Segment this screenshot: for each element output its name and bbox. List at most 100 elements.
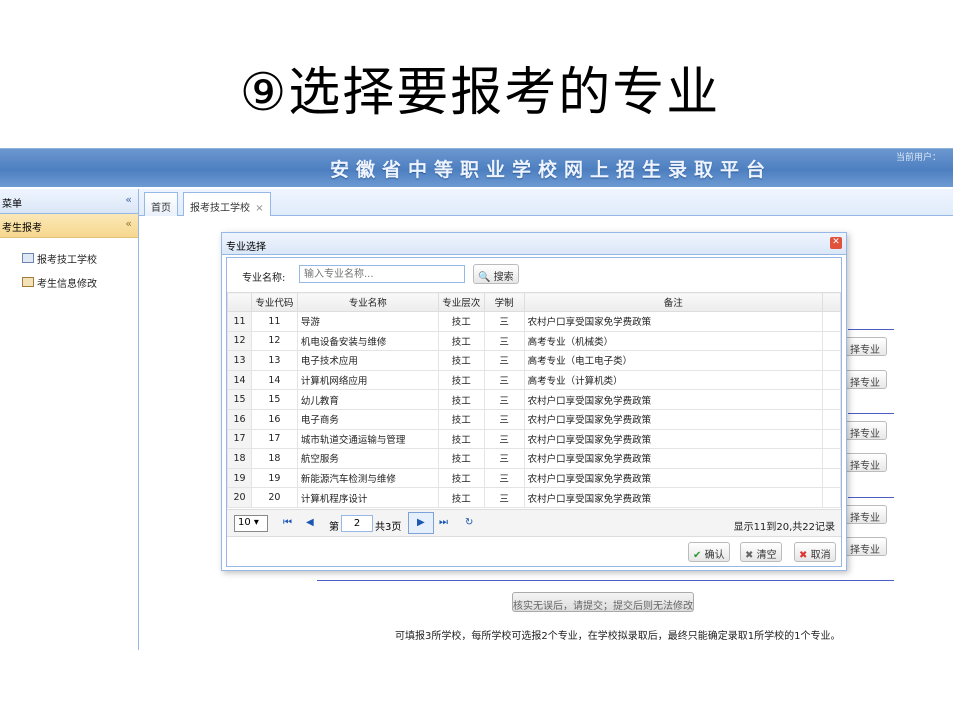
search-label: 专业名称: xyxy=(242,273,286,284)
cell-years: 三 xyxy=(483,389,525,410)
close-icon[interactable]: ✕ xyxy=(830,237,842,249)
clear-button[interactable]: ✖ 清空 xyxy=(740,542,782,562)
sidebar-item-edit-info[interactable]: 考生信息修改 xyxy=(0,272,138,292)
cell-note: 高考专业（电工电子类） xyxy=(523,350,823,371)
column-header[interactable]: 专业代码 xyxy=(250,292,298,312)
row-number: 12 xyxy=(227,330,252,352)
table-row[interactable]: 20 20 计算机程序设计 技工三农村户口享受国家免学费政策 xyxy=(227,487,842,508)
row-number: 14 xyxy=(227,369,252,391)
cell-code: 20 xyxy=(250,487,298,508)
table-row[interactable]: 12 12 机电设备安装与维修 技工三高考专业（机械类） xyxy=(227,330,842,352)
search-input[interactable] xyxy=(299,265,465,283)
cell-years: 三 xyxy=(483,311,525,332)
column-header[interactable]: 备注 xyxy=(523,292,823,312)
last-page-icon[interactable]: ⏭ xyxy=(439,517,448,528)
page-size-value: 10 xyxy=(238,517,251,528)
table-row[interactable]: 11 11 导游 技工三农村户口享受国家免学费政策 xyxy=(227,311,842,332)
first-page-icon[interactable]: ⏮ xyxy=(283,517,292,528)
sidebar-title: 菜单 xyxy=(2,199,22,210)
table-row[interactable]: 16 16 电子商务 技工三农村户口享受国家免学费政策 xyxy=(227,408,842,430)
column-header xyxy=(227,292,252,312)
search-button-label: 搜索 xyxy=(493,272,514,283)
page-size-select[interactable]: 10 ▾ xyxy=(234,515,268,532)
table-row[interactable]: 19 19 新能源汽车检测与维修 技工三农村户口享受国家免学费政策 xyxy=(227,467,842,489)
column-header[interactable]: 专业名称 xyxy=(296,292,439,312)
table-row[interactable]: 18 18 航空服务 技工三农村户口享受国家免学费政策 xyxy=(227,448,842,469)
cell-level: 技工 xyxy=(437,369,485,391)
cell-level: 技工 xyxy=(437,311,485,332)
banner: 安徽省中等职业学校网上招生录取平台 当前用户： xyxy=(0,149,953,187)
tab-bar: 首页 报考技工学校 × xyxy=(139,189,953,216)
select-major-button[interactable]: 择专业 xyxy=(843,370,887,389)
cell-note: 农村户口享受国家免学费政策 xyxy=(523,389,823,410)
cell-level: 技工 xyxy=(437,389,485,410)
prev-page-icon[interactable]: ◀ xyxy=(306,517,314,528)
check-icon: ✔ xyxy=(693,550,702,561)
cell-note: 高考专业（机械类） xyxy=(523,330,823,352)
collapse-icon[interactable]: « xyxy=(125,193,132,206)
cell-note: 农村户口享受国家免学费政策 xyxy=(523,408,823,430)
refresh-icon[interactable]: ↻ xyxy=(465,517,473,528)
page-prefix: 第 xyxy=(329,522,339,533)
cancel-label: 取消 xyxy=(810,550,831,561)
tab-home[interactable]: 首页 xyxy=(144,192,178,216)
tab-apply[interactable]: 报考技工学校 × xyxy=(183,192,271,216)
submit-button[interactable]: 核实无误后，请提交；提交后则无法修改 xyxy=(512,592,694,612)
row-number: 15 xyxy=(227,389,252,410)
scroll-gutter-cell xyxy=(821,428,842,450)
cell-code: 13 xyxy=(250,350,298,371)
edit-icon xyxy=(22,277,34,287)
clear-label: 清空 xyxy=(756,550,777,561)
sidebar-header: 菜单 « xyxy=(0,189,138,214)
table-row[interactable]: 13 13 电子技术应用 技工三高考专业（电工电子类） xyxy=(227,350,842,371)
sidebar-item-label: 报考技工学校 xyxy=(37,254,97,266)
scroll-gutter-cell xyxy=(821,350,842,371)
cell-years: 三 xyxy=(483,369,525,391)
page-number-input[interactable]: 2 xyxy=(341,515,373,532)
sidebar-section[interactable]: 考生报考 « xyxy=(0,214,138,238)
cell-name: 城市轨道交通运输与管理 xyxy=(296,428,439,450)
select-major-button[interactable]: 择专业 xyxy=(843,505,887,524)
confirm-button[interactable]: ✔ 确认 xyxy=(688,542,730,562)
row-number: 17 xyxy=(227,428,252,450)
table-row[interactable]: 15 15 幼儿教育 技工三农村户口享受国家免学费政策 xyxy=(227,389,842,410)
tab-close-icon[interactable]: × xyxy=(255,203,263,214)
table-row[interactable]: 14 14 计算机网络应用 技工三高考专业（计算机类） xyxy=(227,369,842,391)
sidebar-section-label: 考生报考 xyxy=(2,223,42,234)
notice-text: 可填报3所学校，每所学校可选报2个专业，在学校拟录取后，最终只能确定录取1所学校… xyxy=(395,631,841,642)
select-major-button[interactable]: 择专业 xyxy=(843,421,887,440)
tab-label: 报考技工学校 xyxy=(190,203,250,214)
dialog-header: 专业选择 ✕ xyxy=(222,233,846,255)
cancel-button[interactable]: ✖ 取消 xyxy=(794,542,836,562)
search-button[interactable]: 🔍 搜索 xyxy=(473,264,519,284)
cell-code: 14 xyxy=(250,369,298,391)
clear-icon: ✖ xyxy=(745,550,754,561)
cell-years: 三 xyxy=(483,350,525,371)
cell-name: 新能源汽车检测与维修 xyxy=(296,467,439,489)
cell-level: 技工 xyxy=(437,330,485,352)
banner-title: 安徽省中等职业学校网上招生录取平台 xyxy=(330,159,773,181)
cell-code: 17 xyxy=(250,428,298,450)
dialog-body: 专业名称: 🔍 搜索 专业代码 专业名称 专业层次 学制 备注 xyxy=(226,257,842,567)
sidebar: 菜单 « 考生报考 « 报考技工学校 考生信息修改 xyxy=(0,189,139,650)
sidebar-item-apply[interactable]: 报考技工学校 xyxy=(0,248,138,268)
scroll-gutter-cell xyxy=(821,311,842,332)
cell-years: 三 xyxy=(483,487,525,508)
select-major-button[interactable]: 择专业 xyxy=(843,337,887,356)
table-header-row: 专业代码 专业名称 专业层次 学制 备注 xyxy=(227,292,842,312)
column-header[interactable]: 专业层次 xyxy=(437,292,485,312)
cell-note: 农村户口享受国家免学费政策 xyxy=(523,428,823,450)
cell-level: 技工 xyxy=(437,487,485,508)
column-header[interactable]: 学制 xyxy=(483,292,525,312)
cell-name: 幼儿教育 xyxy=(296,389,439,410)
select-major-button[interactable]: 择专业 xyxy=(843,453,887,472)
search-row: 专业名称: 🔍 搜索 xyxy=(227,258,841,292)
section-toggle-icon[interactable]: « xyxy=(125,217,132,230)
current-user-label: 当前用户： xyxy=(895,153,941,163)
cell-code: 11 xyxy=(250,311,298,332)
table-row[interactable]: 17 17 城市轨道交通运输与管理 技工三农村户口享受国家免学费政策 xyxy=(227,428,842,450)
cell-level: 技工 xyxy=(437,467,485,489)
select-major-button[interactable]: 择专业 xyxy=(843,537,887,556)
row-number: 19 xyxy=(227,467,252,489)
next-page-icon: ▶ xyxy=(417,517,425,528)
